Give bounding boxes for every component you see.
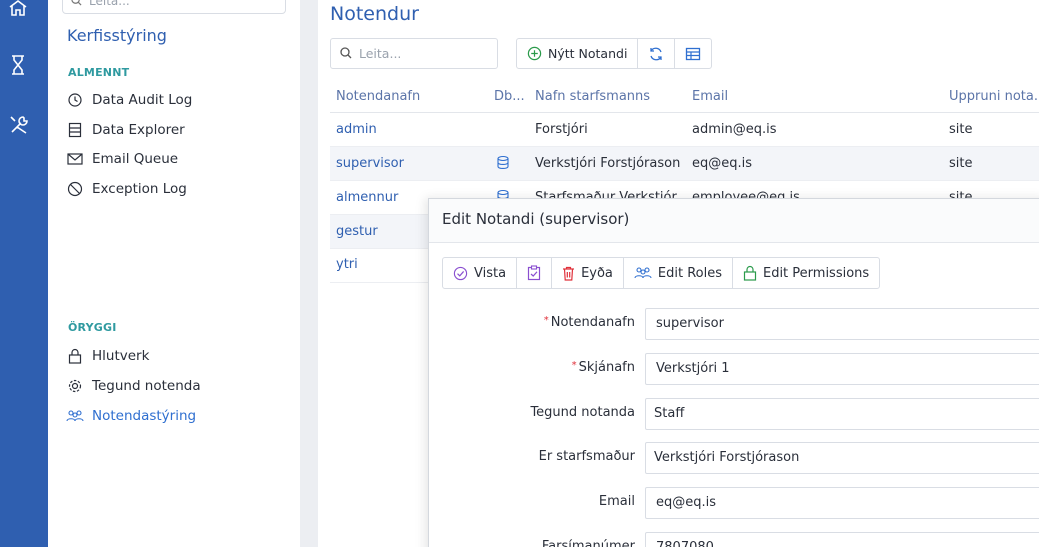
search-icon [71, 0, 82, 6]
column-header-db[interactable]: Db... [494, 89, 525, 104]
gear-icon [66, 377, 84, 395]
sidebar-search-placeholder: Leita... [89, 0, 130, 8]
column-header-email[interactable]: Email [692, 89, 728, 104]
refresh-icon [650, 47, 663, 60]
save-label: Vista [474, 265, 507, 281]
username-field[interactable]: supervisor [645, 308, 1039, 340]
section-label-general: ALMENNT [68, 66, 130, 79]
cell-username[interactable]: ytri [336, 257, 358, 272]
sidebar-item-label: Tegund notenda [92, 378, 201, 394]
mail-icon [66, 150, 84, 168]
page-title: Notendur [330, 3, 419, 25]
grid-toolbar: Nýtt Notandi [516, 38, 713, 69]
employee-select[interactable]: Verkstjóri Forstjórason [645, 442, 1039, 474]
email-field[interactable]: eq@eq.is [645, 487, 1039, 519]
field-label-text: Notendanafn [550, 315, 635, 330]
user-type-select[interactable]: Staff [645, 398, 1039, 430]
plus-circle-icon [527, 46, 542, 61]
edit-roles-label: Edit Roles [657, 265, 722, 281]
column-header-source[interactable]: Uppruni nota... [949, 89, 1039, 104]
dialog-toolbar: Vista Eyða Edit Roles Edit Permissions [442, 257, 881, 289]
ban-icon [66, 180, 84, 198]
check-circle-icon [453, 266, 468, 280]
users-icon [634, 267, 652, 279]
cell-username[interactable]: gestur [336, 224, 378, 239]
column-header-employee[interactable]: Nafn starfsmanns [535, 89, 650, 104]
sidebar: Leita... Kerfisstýring ALMENNT Data Audi… [48, 0, 300, 547]
clipboard-check-icon [527, 265, 541, 281]
cell-username[interactable]: almennur [336, 190, 398, 205]
sidebar-item-data-audit-log[interactable]: Data Audit Log [66, 89, 192, 111]
edit-roles-button[interactable]: Edit Roles [624, 258, 733, 288]
sidebar-item-label: Hlutverk [92, 348, 150, 364]
field-label-user-type: Tegund notanda [530, 405, 635, 420]
field-label-username: * Notendanafn [544, 315, 635, 330]
save-button[interactable]: Vista [443, 258, 518, 288]
refresh-button[interactable] [638, 39, 676, 68]
required-marker: * [543, 315, 549, 326]
delete-label: Eyða [581, 265, 613, 281]
field-label-employee: Er starfsmaður [538, 449, 635, 464]
table-row[interactable]: supervisor Verkstjóri Forstjórason eq@eq… [330, 147, 1039, 181]
sidebar-item-tegund-notenda[interactable]: Tegund notenda [66, 375, 201, 397]
sidebar-item-label: Data Explorer [92, 122, 185, 138]
search-icon [340, 47, 352, 59]
cell-username[interactable]: supervisor [336, 156, 404, 171]
new-user-button[interactable]: Nýtt Notandi [517, 39, 639, 68]
display-name-field[interactable]: Verkstjóri 1 [645, 353, 1039, 385]
hourglass-icon[interactable] [8, 54, 28, 76]
app-rail [0, 0, 48, 547]
sidebar-item-label: Data Audit Log [92, 92, 193, 108]
required-marker: * [571, 360, 577, 371]
home-icon[interactable] [8, 0, 28, 20]
cell-employee: Forstjóri [535, 122, 588, 137]
field-label-email: Email [598, 494, 635, 509]
sidebar-item-data-explorer[interactable]: Data Explorer [66, 119, 185, 141]
lock-icon [66, 347, 84, 365]
list-icon [66, 121, 84, 139]
new-user-label: Nýtt Notandi [548, 46, 628, 61]
section-label-security: ÖRYGGI [68, 321, 117, 334]
edit-permissions-label: Edit Permissions [762, 265, 870, 281]
sidebar-search-input[interactable]: Leita... [62, 0, 286, 14]
sidebar-item-hlutverk[interactable]: Hlutverk [66, 345, 149, 367]
columns-button[interactable] [675, 39, 711, 68]
table-icon [686, 47, 701, 60]
cell-email: eq@eq.is [692, 156, 753, 171]
delete-button[interactable]: Eyða [552, 258, 624, 288]
sidebar-item-label: Exception Log [92, 181, 187, 197]
cell-source: site [949, 122, 973, 137]
grid-search-input[interactable]: Leita... [330, 38, 498, 69]
dialog-title: Edit Notandi (supervisor) [429, 199, 1039, 243]
lock-icon [743, 265, 757, 281]
field-label-mobile: Farsímanúmer [541, 539, 635, 547]
cell-employee: Verkstjóri Forstjórason [535, 156, 681, 171]
tools-icon[interactable] [8, 114, 28, 136]
sidebar-item-label: Notendastýring [92, 408, 197, 424]
grid-header: Notendanafn Db... Nafn starfsmanns Email… [330, 82, 1039, 113]
db-icon [496, 155, 510, 174]
sidebar-item-email-queue[interactable]: Email Queue [66, 148, 178, 170]
table-row[interactable]: admin Forstjóri admin@eq.is site [330, 113, 1039, 147]
cell-source: site [949, 156, 973, 171]
history-icon [66, 91, 84, 109]
apply-button[interactable] [517, 258, 553, 288]
field-label-text: Skjánafn [578, 360, 635, 375]
grid-search-placeholder: Leita... [359, 46, 402, 61]
cell-username[interactable]: admin [336, 122, 377, 137]
sidebar-item-notendastyring[interactable]: Notendastýring [66, 405, 196, 427]
edit-user-dialog: Edit Notandi (supervisor) Vista Eyða Edi… [428, 198, 1039, 547]
mobile-field[interactable]: 7807080 [645, 532, 1039, 547]
cell-email: admin@eq.is [692, 122, 777, 137]
users-icon [66, 407, 84, 425]
sidebar-title: Kerfisstýring [67, 26, 167, 45]
column-header-username[interactable]: Notendanafn [336, 89, 420, 104]
trash-icon [563, 266, 575, 281]
field-label-display-name: * Skjánafn [572, 360, 635, 375]
sidebar-item-label: Email Queue [92, 151, 179, 167]
sidebar-item-exception-log[interactable]: Exception Log [66, 178, 187, 200]
edit-permissions-button[interactable]: Edit Permissions [733, 258, 879, 288]
panel-divider [300, 0, 318, 547]
